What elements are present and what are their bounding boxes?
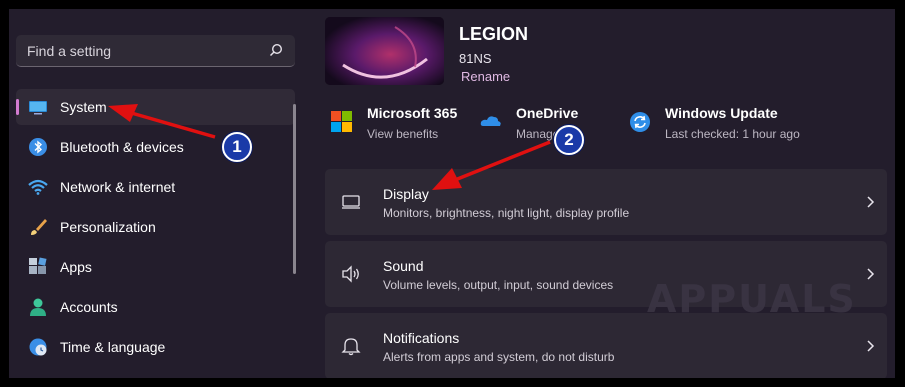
card-subtitle: Monitors, brightness, night light, displ… — [383, 206, 630, 220]
card-subtitle: Volume levels, output, input, sound devi… — [383, 278, 614, 292]
sidebar-item-time-language[interactable]: Time & language — [16, 329, 295, 365]
sidebar-item-system[interactable]: System — [16, 89, 295, 125]
bell-icon — [341, 338, 361, 356]
sidebar-item-accounts[interactable]: Accounts — [16, 289, 295, 325]
wifi-icon — [28, 179, 48, 195]
sidebar-item-label: Network & internet — [60, 179, 176, 195]
search-icon — [269, 43, 283, 57]
chevron-right-icon — [867, 196, 875, 208]
rename-link[interactable]: Rename — [461, 69, 510, 84]
sidebar-item-label: Time & language — [60, 339, 166, 355]
display-icon — [342, 195, 360, 209]
appuals-watermark: APPUALS — [647, 277, 857, 321]
card-title: Sound — [383, 258, 424, 274]
card-subtitle: Alerts from apps and system, do not dist… — [383, 350, 615, 364]
bluetooth-icon — [29, 138, 47, 156]
clock-globe-icon — [29, 338, 47, 356]
display-settings-card[interactable]: Display Monitors, brightness, night ligh… — [325, 169, 887, 235]
chevron-right-icon — [867, 340, 875, 352]
annotation-badge-2: 2 — [554, 125, 584, 155]
microsoft-logo-icon — [331, 111, 352, 132]
sidebar-item-label: Accounts — [60, 299, 118, 315]
notifications-settings-card[interactable]: Notifications Alerts from apps and syste… — [325, 313, 887, 378]
tile-microsoft-365[interactable]: Microsoft 365 View benefits — [331, 105, 471, 145]
device-name: LEGION — [459, 24, 529, 44]
settings-window: Find a setting System Bluetooth & device… — [9, 9, 895, 378]
tile-title: OneDrive — [516, 105, 579, 121]
device-wallpaper-thumbnail — [325, 17, 444, 85]
device-model: 81NS — [459, 51, 492, 66]
tile-title: Windows Update — [665, 105, 778, 121]
sidebar-item-network[interactable]: Network & internet — [16, 169, 295, 205]
card-title: Display — [383, 186, 429, 202]
search-input[interactable]: Find a setting — [16, 35, 295, 67]
chevron-right-icon — [867, 268, 875, 280]
card-title: Notifications — [383, 330, 460, 346]
annotation-badge-1: 1 — [222, 132, 252, 162]
screenshot-frame: Find a setting System Bluetooth & device… — [0, 0, 905, 387]
sidebar-item-personalization[interactable]: Personalization — [16, 209, 295, 245]
sidebar-item-label: System — [60, 99, 107, 115]
active-indicator — [16, 99, 19, 115]
sidebar-item-bluetooth[interactable]: Bluetooth & devices — [16, 129, 295, 165]
onedrive-icon — [480, 116, 501, 126]
sidebar-item-apps[interactable]: Apps — [16, 249, 295, 285]
windows-update-icon — [630, 112, 650, 132]
brush-icon — [31, 219, 47, 235]
search-placeholder: Find a setting — [27, 43, 112, 59]
tile-subtitle: Manage — [516, 127, 560, 141]
speaker-icon — [342, 265, 359, 283]
tile-subtitle: Last checked: 1 hour ago — [665, 127, 800, 141]
tile-title: Microsoft 365 — [367, 105, 458, 121]
apps-icon — [29, 257, 47, 274]
sidebar-scrollbar[interactable] — [293, 104, 296, 274]
tile-windows-update[interactable]: Windows Update Last checked: 1 hour ago — [629, 105, 829, 145]
tile-subtitle: View benefits — [367, 127, 439, 141]
sidebar-item-label: Apps — [60, 259, 92, 275]
person-icon — [30, 298, 46, 316]
sidebar-item-label: Bluetooth & devices — [60, 139, 184, 155]
monitor-icon — [29, 101, 47, 115]
sidebar-item-label: Personalization — [60, 219, 156, 235]
